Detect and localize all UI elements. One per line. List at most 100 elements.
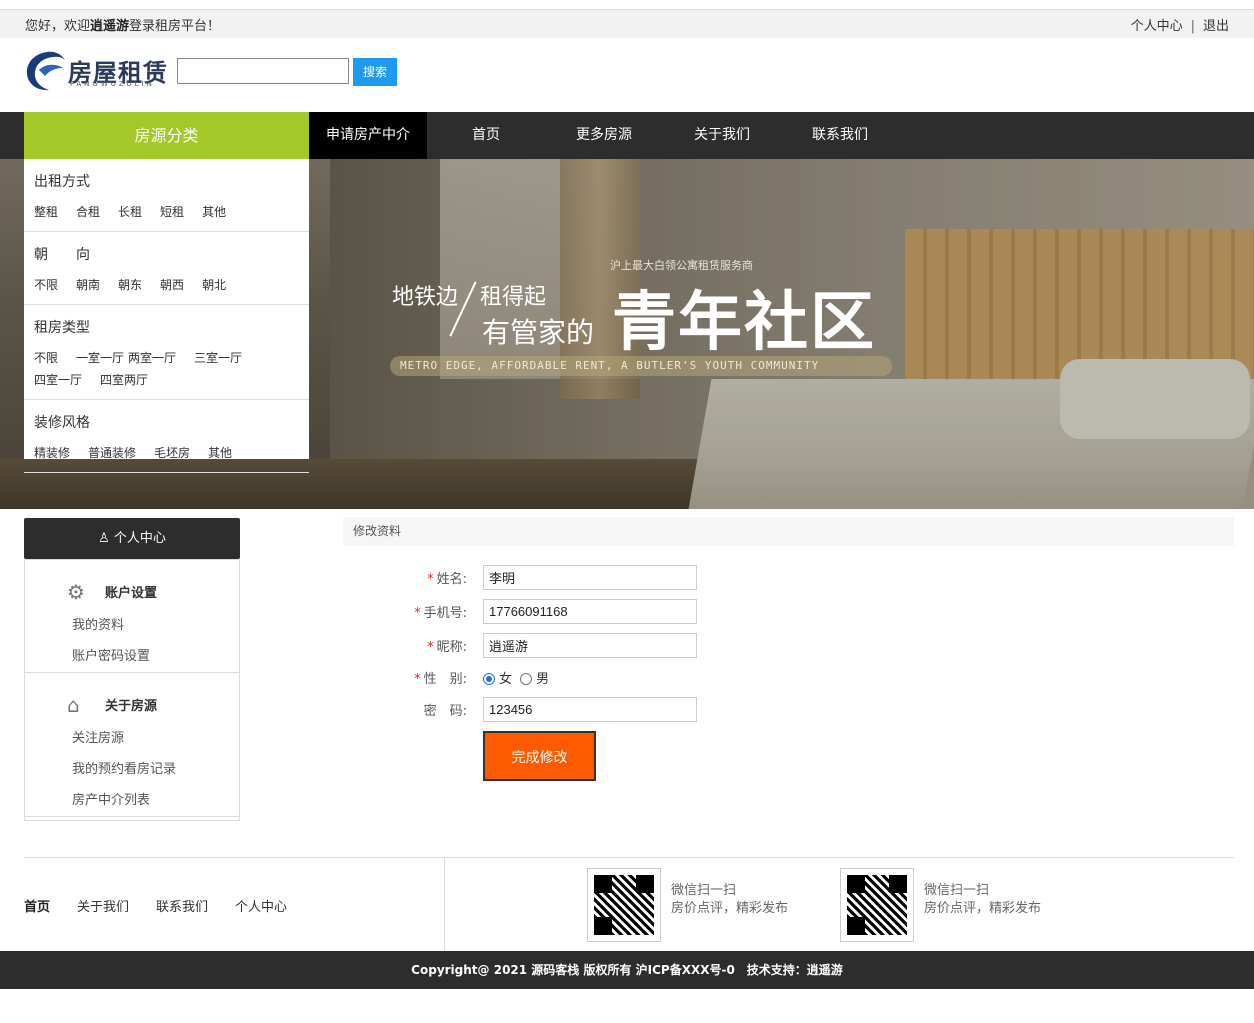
menu-password-settings[interactable]: 账户密码设置 — [25, 641, 239, 672]
category-option[interactable]: 四室两厅 — [100, 369, 148, 391]
gender-male-label[interactable]: 男 — [536, 672, 549, 687]
house-icon: ⌂ — [67, 693, 80, 717]
category-option[interactable]: 四室一厅 — [34, 369, 82, 391]
qr-caption: 微信扫一扫 房价点评，精彩发布 — [671, 882, 788, 918]
banner-headline: 青年社区 — [612, 286, 876, 360]
qr-caption-line2: 房价点评，精彩发布 — [924, 901, 1042, 916]
category-option[interactable]: 三室一厅 — [194, 347, 242, 369]
qr-caption: 微信扫一扫 房价点评，精彩发布 — [924, 882, 1041, 918]
qr-caption-line1: 微信扫一扫 — [671, 883, 737, 898]
search-input[interactable] — [177, 58, 349, 84]
qr-code-icon — [587, 868, 661, 942]
top-bar: 您好，欢迎逍遥游登录租房平台！ 个人中心 | 退出 — [0, 10, 1254, 38]
required-mark: * — [414, 606, 421, 621]
name-field[interactable] — [483, 565, 697, 590]
welcome-user: 逍遥游 — [90, 19, 130, 34]
category-option[interactable]: 不限 — [34, 274, 58, 296]
banner-line1b: 租得起 — [480, 285, 547, 310]
category-option[interactable]: 普通装修 — [88, 442, 136, 464]
category-room-type: 租房类型 不限 一室一厅 两室一厅 三室一厅四室一厅 四室两厅 — [24, 305, 309, 400]
menu-favorite-houses[interactable]: 关注房源 — [25, 723, 239, 754]
footer-link-about[interactable]: 关于我们 — [77, 900, 129, 915]
nav-home[interactable]: 首页 — [427, 112, 545, 159]
category-option[interactable]: 短租 — [160, 201, 184, 223]
category-option[interactable]: 朝南 — [76, 274, 100, 296]
password-label: 密 码: — [423, 704, 467, 719]
nav-apply-agent[interactable]: 申请房产中介 — [309, 112, 427, 159]
footer-link-contact[interactable]: 联系我们 — [156, 900, 208, 915]
category-option[interactable]: 朝东 — [118, 274, 142, 296]
category-option[interactable]: 精装修 — [34, 442, 70, 464]
submit-button[interactable]: 完成修改 — [483, 731, 596, 781]
footer-link-user-center[interactable]: 个人中心 — [235, 900, 287, 915]
logout-link[interactable]: 退出 — [1203, 19, 1229, 34]
section-title: 关于房源 — [105, 699, 158, 714]
required-mark: * — [427, 640, 434, 655]
label-text: 性 别: — [423, 672, 467, 687]
gear-icon: ⚙ — [67, 580, 85, 604]
required-mark: * — [414, 672, 421, 687]
nickname-field[interactable] — [483, 633, 697, 658]
qr-caption-line1: 微信扫一扫 — [924, 883, 990, 898]
top-links: 个人中心 | 退出 — [1131, 15, 1229, 34]
phone-label: * 手机号: — [347, 602, 467, 621]
footer-vertical-divider — [444, 857, 445, 951]
category-option[interactable]: 不限 — [34, 347, 58, 369]
banner-line2: 有管家的 — [482, 316, 595, 349]
footer-link-home[interactable]: 首页 — [24, 900, 50, 915]
password-field[interactable] — [483, 697, 697, 722]
copyright-bar: Copyright@ 2021 源码客栈 版权所有 沪ICP备XXX号-0 技术… — [0, 951, 1254, 989]
welcome-suffix: 登录租房平台！ — [129, 19, 221, 34]
menu-agent-list[interactable]: 房产中介列表 — [25, 785, 239, 816]
phone-field[interactable] — [483, 599, 697, 624]
category-option[interactable]: 朝北 — [202, 274, 226, 296]
category-orientation: 朝 向 不限 朝南 朝东 朝西 朝北 — [24, 232, 309, 305]
category-option[interactable]: 朝西 — [160, 274, 184, 296]
gender-female-radio[interactable] — [483, 673, 495, 685]
category-option[interactable]: 一室一厅 — [76, 347, 124, 369]
footer-links: 首页 关于我们 联系我们 个人中心 — [24, 896, 314, 915]
user-center-link[interactable]: 个人中心 — [1131, 19, 1183, 34]
category-rent-mode: 出租方式 整租 合租 长租 短租 其他 — [24, 159, 309, 232]
gender-male-radio[interactable] — [520, 673, 533, 685]
search-button[interactable]: 搜索 — [353, 58, 397, 86]
category-option[interactable]: 长租 — [118, 201, 142, 223]
banner-english: METRO EDGE, AFFORDABLE RENT, A BUTLER'S … — [390, 356, 892, 376]
form-heading: 修改资料 — [343, 517, 1234, 546]
category-option[interactable]: 合租 — [76, 201, 100, 223]
user-center-menu: ⚙ 账户设置 我的资料 账户密码设置 ⌂ 关于房源 关注房源 我的预约看房记录 … — [24, 559, 240, 821]
banner-line1a: 地铁边 — [392, 285, 459, 310]
nav-about[interactable]: 关于我们 — [663, 112, 781, 159]
gender-radio-group: 女 男 — [483, 668, 549, 687]
name-label: * 姓名: — [347, 568, 467, 587]
category-option[interactable]: 两室一厅 — [128, 347, 176, 369]
main-nav: 房源分类 申请房产中介 首页 更多房源 关于我们 联系我们 — [0, 112, 1254, 159]
nickname-label: * 昵称: — [347, 636, 467, 655]
gender-label: * 性 别: — [347, 668, 467, 687]
account-settings-section: ⚙ 账户设置 我的资料 账户密码设置 — [25, 560, 239, 673]
qr-caption-line2: 房价点评，精彩发布 — [671, 901, 789, 916]
category-title: 租房类型 — [34, 320, 90, 336]
nav-contact[interactable]: 联系我们 — [781, 112, 899, 159]
category-decoration: 装修风格 精装修 普通装修 毛坯房 其他 — [24, 400, 309, 473]
category-option[interactable]: 毛坯房 — [154, 442, 190, 464]
category-title: 朝 向 — [34, 247, 90, 263]
nav-more-houses[interactable]: 更多房源 — [545, 112, 663, 159]
label-text: 手机号: — [423, 606, 467, 621]
section-title: 账户设置 — [105, 586, 158, 601]
user-icon: ♙ — [98, 531, 110, 546]
footer-divider — [24, 857, 1234, 858]
category-option[interactable]: 其他 — [202, 201, 226, 223]
menu-my-profile[interactable]: 我的资料 — [25, 610, 239, 641]
label-text: 姓名: — [436, 572, 467, 587]
menu-viewing-records[interactable]: 我的预约看房记录 — [25, 754, 239, 785]
category-option[interactable]: 整租 — [34, 201, 58, 223]
top-line — [0, 0, 1254, 10]
user-center-title: 个人中心 — [113, 531, 166, 546]
label-text: 昵称: — [436, 640, 467, 655]
required-mark: * — [427, 572, 434, 587]
gender-female-label[interactable]: 女 — [499, 672, 512, 687]
welcome-text: 您好，欢迎逍遥游登录租房平台！ — [25, 15, 220, 34]
category-option[interactable]: 其他 — [208, 442, 232, 464]
category-header: 房源分类 — [24, 112, 309, 159]
